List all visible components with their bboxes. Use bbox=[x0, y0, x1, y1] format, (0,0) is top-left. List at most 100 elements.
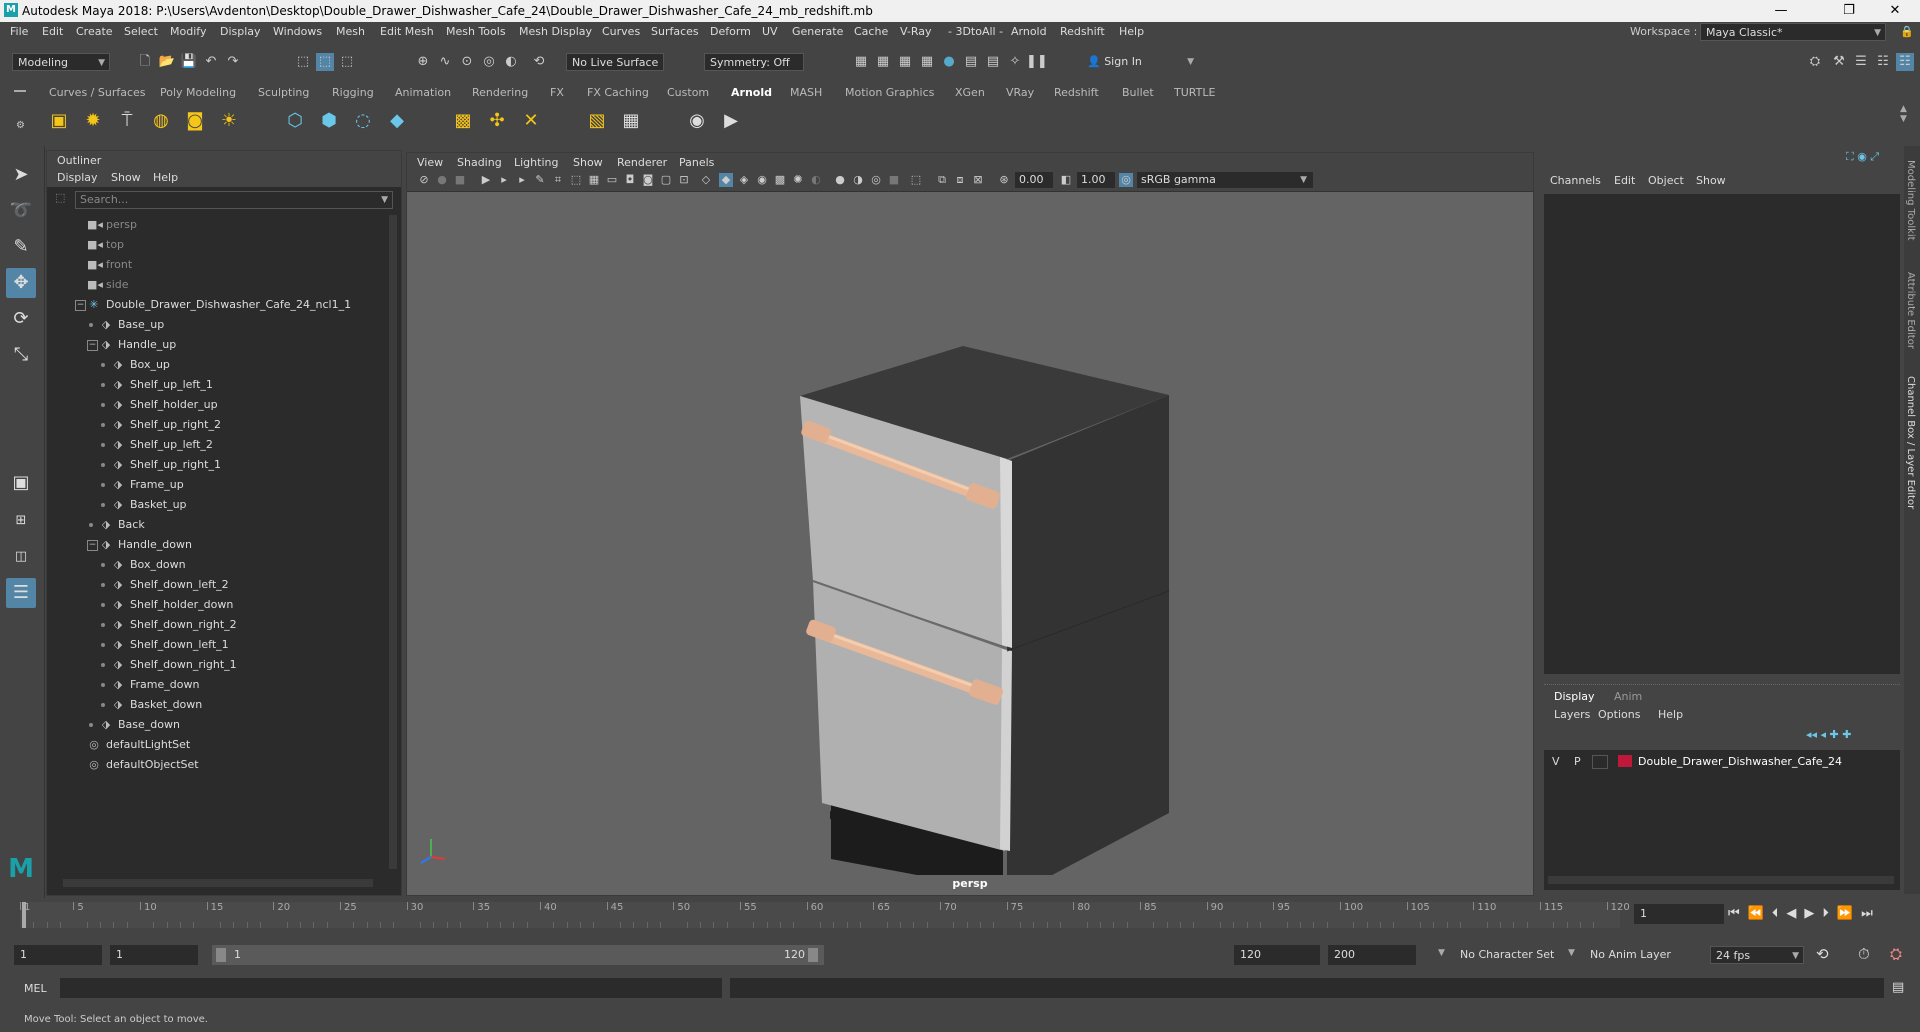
shelf-tab-rigging[interactable]: Rigging bbox=[332, 86, 374, 99]
render-view-icon[interactable]: ▤ bbox=[962, 53, 980, 71]
four-view-layout-icon[interactable]: ⊞ bbox=[6, 506, 36, 536]
maximize-button[interactable]: ❐ bbox=[1826, 0, 1872, 22]
snap-vertex-icon[interactable]: ⟲ bbox=[530, 53, 548, 71]
play-backwards-icon[interactable]: ◀ bbox=[1786, 906, 1804, 921]
layer-tab-display[interactable]: Display bbox=[1554, 690, 1595, 703]
outliner-item[interactable]: ⬗ Handle_up bbox=[99, 335, 176, 355]
channel-box-toggle-icon[interactable]: ⛶ ◉ ⤢ bbox=[1846, 150, 1879, 164]
outliner-item[interactable]: ⬗ Back bbox=[99, 515, 145, 535]
snap-view-icon[interactable]: ◎ bbox=[480, 53, 498, 71]
menu-edit[interactable]: Edit bbox=[42, 25, 63, 38]
light-portal-icon[interactable]: ◙ bbox=[182, 108, 208, 134]
current-frame-field[interactable]: 1 bbox=[1634, 904, 1724, 924]
select-component-icon[interactable]: ⬚ bbox=[338, 53, 356, 71]
menu-mesh[interactable]: Mesh bbox=[336, 25, 365, 38]
collapse-toggle-icon[interactable]: − bbox=[87, 340, 98, 351]
sign-in-button[interactable]: 👤 Sign In ▼ bbox=[1082, 53, 1198, 71]
outliner-item[interactable]: ⬗ Shelf_down_right_1 bbox=[111, 655, 237, 675]
undo-icon[interactable]: ↶ bbox=[202, 53, 220, 71]
menu-3dtoall[interactable]: - 3DtoAll - bbox=[948, 25, 1003, 38]
auto-key-icon[interactable]: ⏱ bbox=[1858, 945, 1870, 963]
standin-icon[interactable]: ⬡ bbox=[282, 108, 308, 134]
layer-menu-help[interactable]: Help bbox=[1658, 708, 1683, 721]
resolution-gate-icon[interactable]: ▦ bbox=[587, 173, 601, 187]
flush-all-icon[interactable]: ✕ bbox=[518, 108, 544, 134]
outliner-vertical-scrollbar[interactable] bbox=[389, 215, 397, 869]
gate-mask-icon[interactable]: ▭ bbox=[605, 173, 619, 187]
safe-action-icon[interactable]: ◙ bbox=[641, 173, 655, 187]
layer-tab-anim[interactable]: Anim bbox=[1614, 690, 1642, 703]
render-sequence-icon[interactable]: ▦ bbox=[874, 53, 892, 71]
select-tool-icon[interactable]: ➤ bbox=[6, 160, 36, 190]
outliner-item[interactable]: ⬗ Shelf_down_left_2 bbox=[111, 575, 229, 595]
playback-end-field[interactable]: 120 bbox=[1234, 945, 1320, 965]
shelf-tab-poly-modeling[interactable]: Poly Modeling bbox=[160, 86, 236, 99]
outliner-item[interactable]: ⬗ Base_up bbox=[99, 315, 164, 335]
command-input[interactable] bbox=[60, 978, 722, 998]
physical-sky-icon[interactable]: ☀ bbox=[216, 108, 242, 134]
playback-start-field[interactable]: 1 bbox=[110, 945, 198, 965]
xray-active-icon[interactable]: ⧉ bbox=[935, 173, 949, 187]
hypershade-icon[interactable]: ● bbox=[940, 53, 958, 71]
outliner-item[interactable]: ⬗ Shelf_holder_up bbox=[111, 395, 218, 415]
outliner-item[interactable]: ⬗ Basket_down bbox=[111, 695, 203, 715]
time-slider-track[interactable]: 1 5 10 15 20 25 30 35 40 45 50 55 60 65 70 75 80 85 90 95 10… bbox=[20, 902, 1630, 928]
shelf-settings-icon[interactable]: ⚙ bbox=[16, 120, 25, 131]
outliner-item[interactable]: ⬗ Shelf_down_left_1 bbox=[111, 635, 229, 655]
time-slider[interactable]: 1 5 10 15 20 25 30 35 40 45 50 55 60 65 70 75 80 85 90 95 10… bbox=[0, 898, 1920, 934]
loop-icon[interactable]: ⟲ bbox=[1816, 945, 1829, 963]
ipr-render-icon[interactable]: ▦ bbox=[896, 53, 914, 71]
save-scene-icon[interactable]: 💾 bbox=[180, 53, 198, 71]
shelf-tab-xgen[interactable]: XGen bbox=[955, 86, 985, 99]
depth-of-field-icon[interactable]: ■ bbox=[887, 173, 901, 187]
tool-settings-icon[interactable]: ⚒ bbox=[1830, 53, 1848, 71]
shelf-tab-fx[interactable]: FX bbox=[550, 86, 564, 99]
rotate-tool-icon[interactable]: ⟳ bbox=[6, 304, 36, 334]
menu-select[interactable]: Select bbox=[124, 25, 158, 38]
outliner-item[interactable]: ⬗ Shelf_up_right_1 bbox=[111, 455, 221, 475]
layer-reference-toggle[interactable] bbox=[1592, 755, 1608, 769]
viewport-panel[interactable]: View Shading Lighting Show Renderer Pane… bbox=[406, 152, 1534, 896]
menu-create[interactable]: Create bbox=[76, 25, 113, 38]
menu-windows[interactable]: Windows bbox=[273, 25, 322, 38]
volume-icon[interactable]: ◆ bbox=[384, 108, 410, 134]
current-time-indicator[interactable] bbox=[22, 902, 26, 928]
shelf-tab-fx-caching[interactable]: FX Caching bbox=[587, 86, 649, 99]
snap-curve-icon[interactable]: ∿ bbox=[436, 53, 454, 71]
viewport-menu-renderer[interactable]: Renderer bbox=[617, 156, 667, 169]
shelf-tab-rendering[interactable]: Rendering bbox=[472, 86, 528, 99]
outliner-layout-icon[interactable]: ☰ bbox=[6, 578, 36, 608]
outliner-item[interactable]: ◎ defaultObjectSet bbox=[87, 755, 198, 775]
shelf-scroll-icon[interactable]: ▲ ▼ bbox=[1900, 104, 1907, 124]
menu-modify[interactable]: Modify bbox=[170, 25, 206, 38]
texture-manager-icon[interactable]: ▧ bbox=[584, 108, 610, 134]
render-view-eye-icon[interactable]: ◉ bbox=[684, 108, 710, 134]
menu-surfaces[interactable]: Surfaces bbox=[651, 25, 699, 38]
outliner-item[interactable]: ⬗ Shelf_up_left_1 bbox=[111, 375, 213, 395]
area-light-icon[interactable]: ▣ bbox=[46, 108, 72, 134]
layer-menu-layers[interactable]: Layers bbox=[1554, 708, 1590, 721]
command-language-label[interactable]: MEL bbox=[24, 982, 47, 995]
menu-file[interactable]: File bbox=[10, 25, 28, 38]
layer-color-swatch[interactable] bbox=[1618, 755, 1632, 767]
anim-layer-icon[interactable]: ▼ bbox=[1568, 948, 1575, 958]
lock-icon[interactable]: 🔒 bbox=[1900, 25, 1914, 38]
outliner-item[interactable]: ⬗ Shelf_up_right_2 bbox=[111, 415, 221, 435]
two-view-layout-icon[interactable]: ◫ bbox=[6, 542, 36, 572]
render-settings-icon[interactable]: ▦ bbox=[918, 53, 936, 71]
shelf-tab-turtle[interactable]: TURTLE bbox=[1174, 86, 1215, 99]
outliner-item[interactable]: ■◂ front bbox=[87, 255, 132, 275]
xray-icon[interactable]: ✺ bbox=[791, 173, 805, 187]
viewport-menu-show[interactable]: Show bbox=[573, 156, 603, 169]
channels-menu-show[interactable]: Show bbox=[1696, 174, 1726, 187]
flush-textures-icon[interactable]: ✣ bbox=[484, 108, 510, 134]
script-editor-icon[interactable]: ▤ bbox=[1892, 980, 1904, 995]
export-standin-icon[interactable]: ⬢ bbox=[316, 108, 342, 134]
outliner-menu-help[interactable]: Help bbox=[153, 171, 178, 184]
pause-viewport-icon[interactable]: ❚❚ bbox=[1026, 53, 1048, 71]
menu-cache[interactable]: Cache bbox=[854, 25, 888, 38]
character-set-icon[interactable]: ▼ bbox=[1438, 948, 1445, 958]
photometric-light-icon[interactable]: ⍑ bbox=[114, 108, 140, 134]
symmetry-dropdown[interactable]: Symmetry: Off bbox=[704, 53, 804, 71]
panel-divider[interactable] bbox=[1544, 684, 1900, 691]
